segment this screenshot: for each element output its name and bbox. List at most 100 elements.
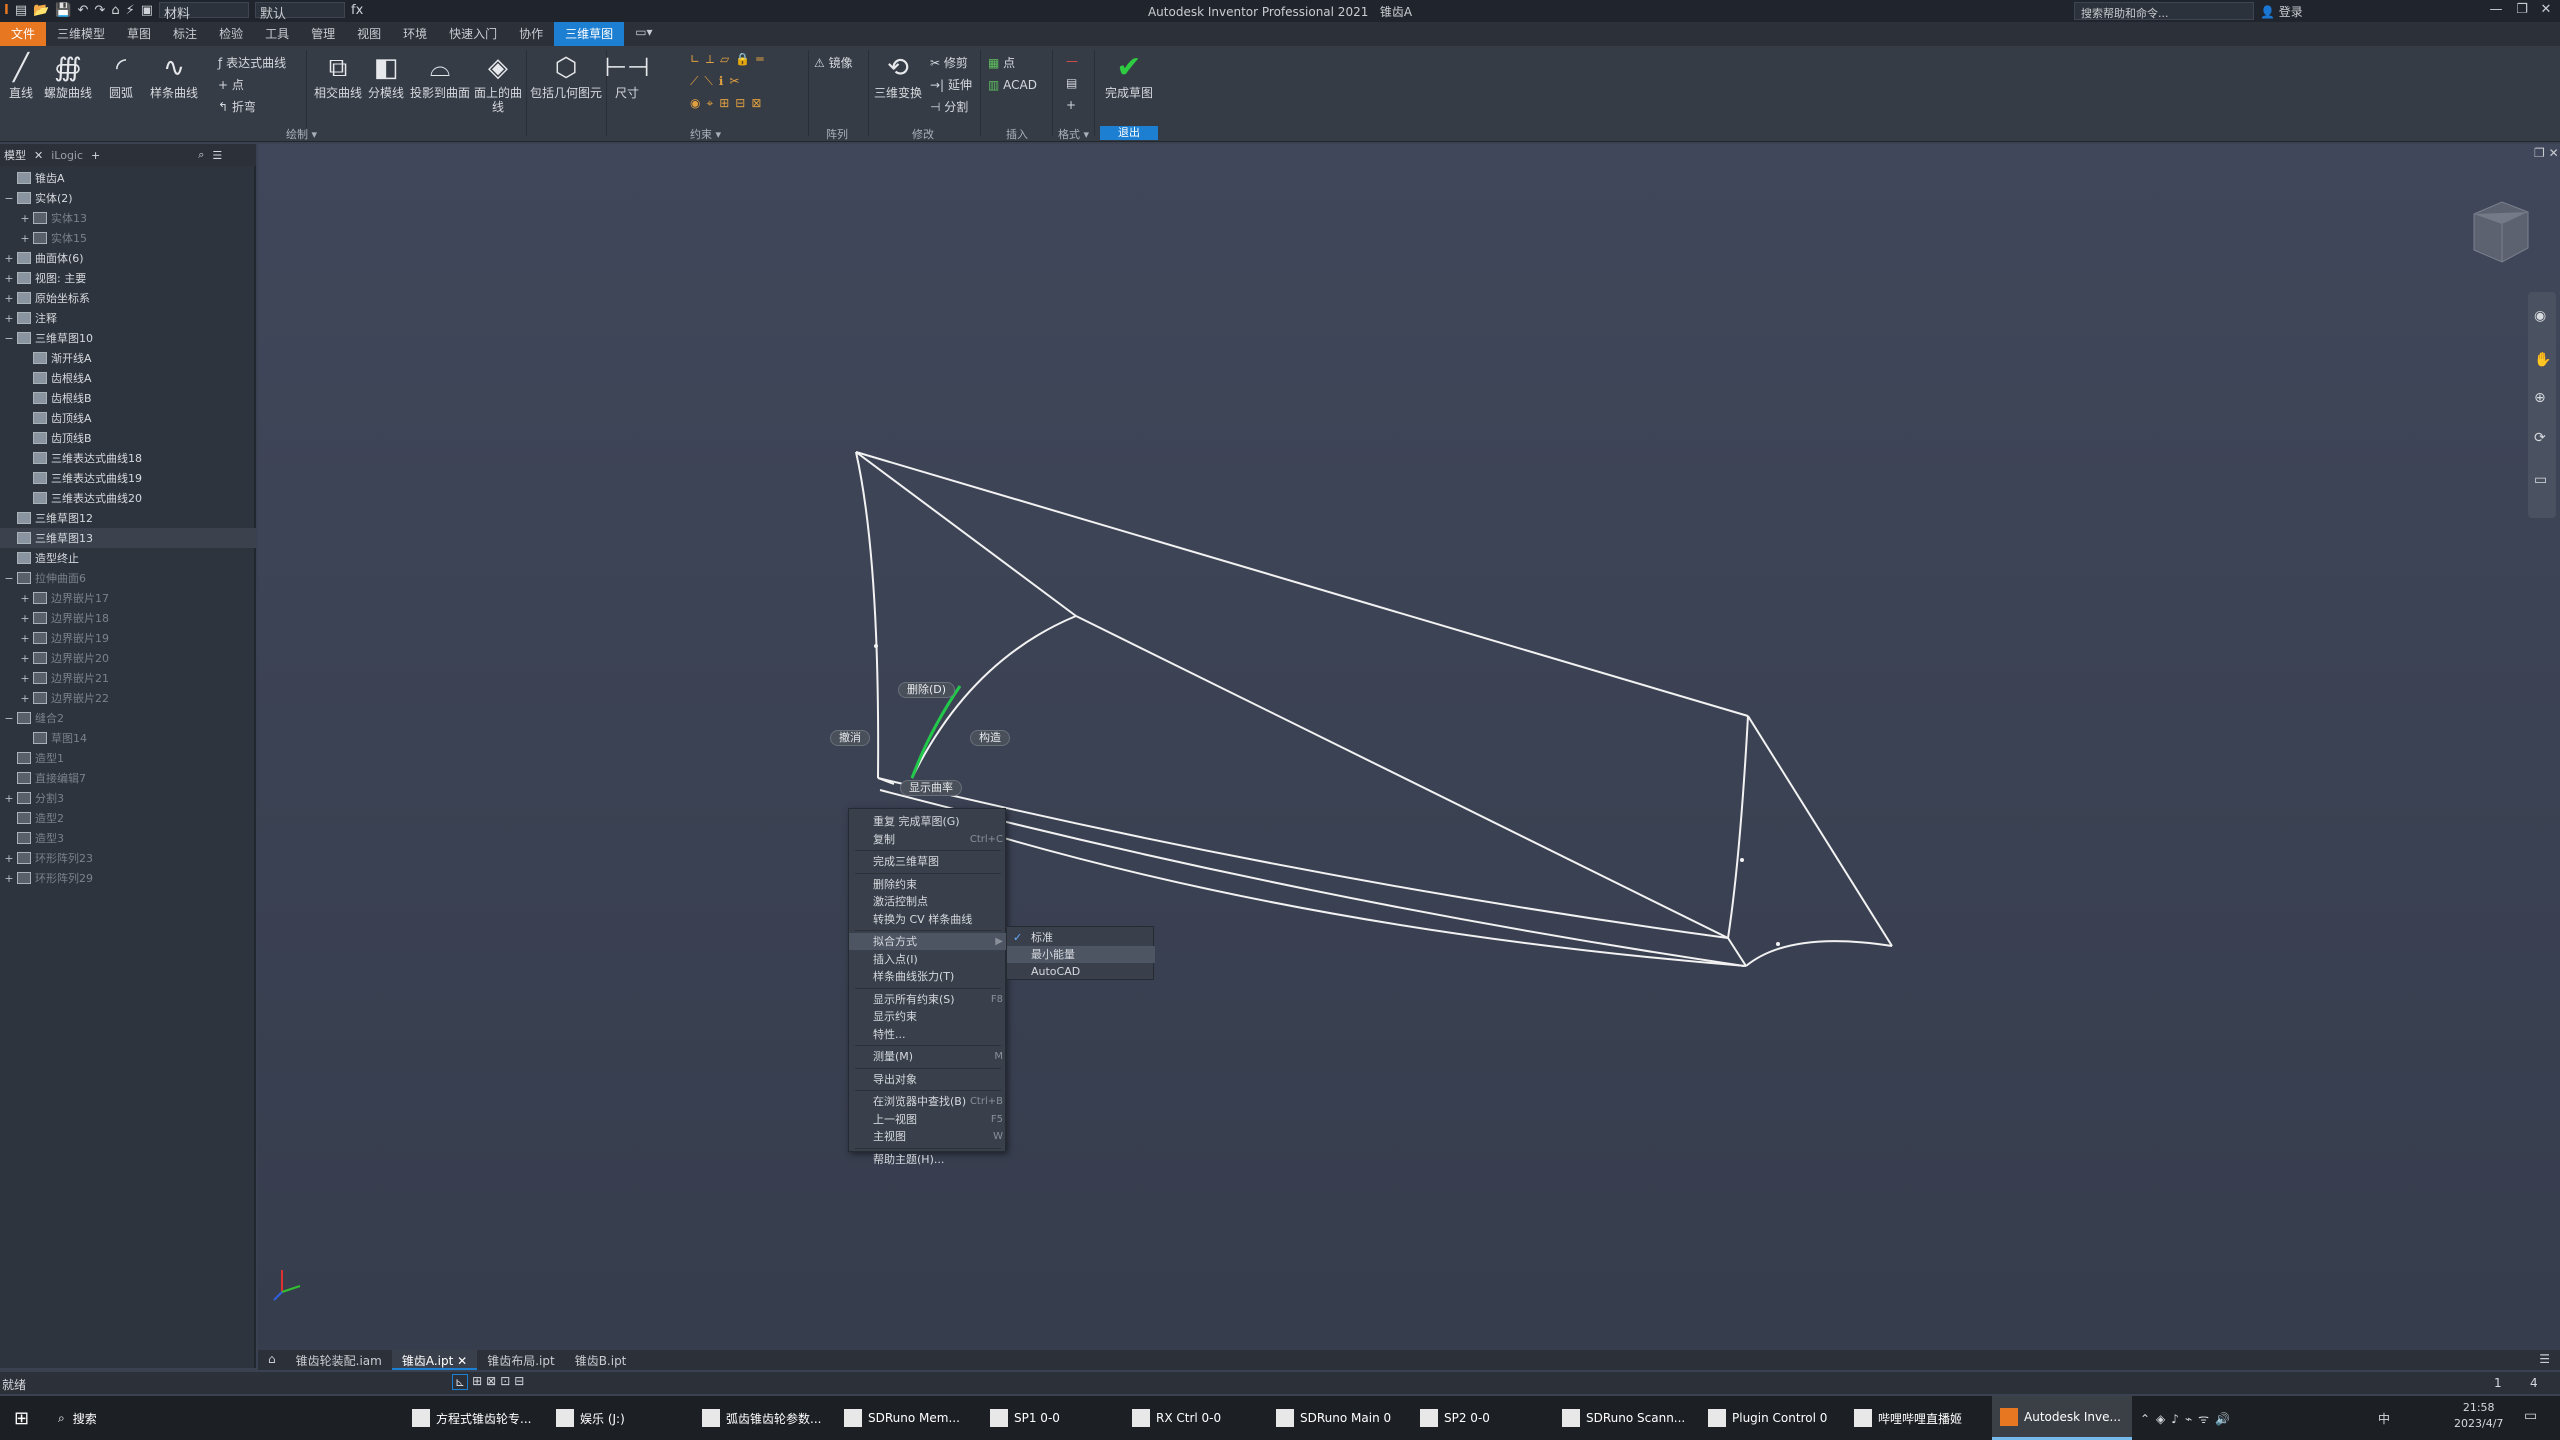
taskbar-app[interactable]: Plugin Control 0 — [1700, 1396, 1840, 1440]
format-plus-icon[interactable]: + — [1066, 98, 1076, 112]
context-menu-item[interactable]: 特性... — [849, 1026, 1007, 1043]
browser-node[interactable]: + 边界嵌片18 — [0, 608, 256, 628]
constraint-icons-row2[interactable]: ⟋⟍ℹ✂ — [690, 74, 802, 89]
context-menu-item[interactable]: 在浏览器中查找(B) Ctrl+B — [849, 1093, 1007, 1110]
delete-mini-button[interactable]: 删除(D) — [898, 682, 956, 698]
line-button[interactable]: ╱ 直线 — [4, 50, 38, 100]
browser-node[interactable]: + 曲面体(6) — [0, 248, 256, 268]
format-line-icon[interactable]: — — [1066, 54, 1078, 68]
tab-view[interactable]: 视图 — [346, 22, 392, 46]
browser-tab-ilogic[interactable]: iLogic — [51, 149, 83, 162]
browser-node[interactable]: 三维表达式曲线19 — [0, 468, 256, 488]
context-menu-item[interactable]: 插入点(I) — [849, 951, 1007, 968]
taskbar-app[interactable]: 弧齿锥齿轮参数... — [694, 1396, 834, 1440]
constraint-icons-row1[interactable]: ∟⟂▱🔒═ — [690, 52, 802, 67]
context-menu-item[interactable]: 拟合方式 ▶ — [849, 933, 1007, 950]
snap-icon[interactable]: ⊾ — [452, 1374, 469, 1390]
precise-icon[interactable]: ⊡ — [500, 1374, 510, 1390]
include-geometry-button[interactable]: ⬡ 包括几何图元 — [530, 50, 602, 100]
look-at-icon[interactable]: ▭ — [2534, 472, 2547, 488]
browser-node[interactable]: 渐开线A — [0, 348, 256, 368]
expand-icon[interactable]: + — [20, 692, 30, 705]
expand-icon[interactable]: − — [4, 332, 14, 345]
browser-node[interactable]: 三维草图12 — [0, 508, 256, 528]
bend-button[interactable]: ↰ 折弯 — [218, 98, 256, 115]
window-restore-icon[interactable]: ❐ ✕ — [2534, 146, 2559, 160]
context-menu-item[interactable]: 显示约束 — [849, 1008, 1007, 1025]
expand-icon[interactable]: + — [20, 632, 30, 645]
browser-node[interactable]: 三维草图13 — [0, 528, 256, 548]
expand-icon[interactable]: + — [4, 252, 14, 265]
browser-node[interactable]: + 边界嵌片19 — [0, 628, 256, 648]
ime-indicator[interactable]: 中 — [2378, 1410, 2390, 1427]
silhouette-curve-button[interactable]: ◧ 分模线 — [368, 50, 404, 100]
clock[interactable]: 21:58 2023/4/7 — [2454, 1400, 2503, 1432]
expand-icon[interactable]: + — [20, 612, 30, 625]
browser-node[interactable]: 齿顶线B — [0, 428, 256, 448]
submenu-item-min-energy[interactable]: 最小能量 — [1007, 946, 1155, 963]
group-label-format[interactable]: 格式 ▾ — [1058, 126, 1089, 142]
tab-tools[interactable]: 工具 — [254, 22, 300, 46]
finish-sketch-button[interactable]: ✔ 完成草图 — [1102, 50, 1156, 101]
browser-node[interactable]: − 拉伸曲面6 — [0, 568, 256, 588]
tab-sketch[interactable]: 草图 — [116, 22, 162, 46]
browser-node[interactable]: + 边界嵌片22 — [0, 688, 256, 708]
browser-node[interactable]: + 实体13 — [0, 208, 256, 228]
grid-icon[interactable]: ⊞ — [472, 1374, 482, 1390]
expand-icon[interactable]: − — [4, 572, 14, 585]
submenu-item-standard[interactable]: ✓ 标准 — [1007, 929, 1155, 946]
browser-node[interactable]: 造型2 — [0, 808, 256, 828]
viewcube[interactable] — [2466, 196, 2530, 268]
context-menu-item[interactable]: 完成三维草图 — [849, 853, 1007, 870]
orbit-icon[interactable]: ⟳ — [2534, 430, 2546, 446]
context-menu-item[interactable]: 显示所有约束(S) F8 — [849, 991, 1007, 1008]
expand-icon[interactable]: − — [4, 192, 14, 205]
browser-node[interactable]: + 分割3 — [0, 788, 256, 808]
close-button[interactable]: ✕ — [2534, 2, 2558, 17]
equation-curve-button[interactable]: ƒ 表达式曲线 — [218, 54, 286, 71]
browser-node[interactable]: − 缝合2 — [0, 708, 256, 728]
help-search-input[interactable]: 搜索帮助和命令... — [2074, 2, 2254, 20]
tab-collaborate[interactable]: 协作 — [508, 22, 554, 46]
browser-node[interactable]: − 三维草图10 — [0, 328, 256, 348]
tab-annotate[interactable]: 标注 — [162, 22, 208, 46]
context-menu-item[interactable]: 上一视图 F5 — [849, 1111, 1007, 1128]
browser-node[interactable]: 齿根线A — [0, 368, 256, 388]
browser-node[interactable]: + 环形阵列23 — [0, 848, 256, 868]
doc-tab[interactable]: 锥齿轮装配.iam — [286, 1350, 392, 1370]
tab-inspect[interactable]: 检验 — [208, 22, 254, 46]
browser-node[interactable]: 草图14 — [0, 728, 256, 748]
close-icon[interactable]: ✕ — [34, 149, 43, 162]
expand-icon[interactable]: + — [4, 272, 14, 285]
taskbar-app[interactable]: 哔哩哔哩直播姬 — [1846, 1396, 1986, 1440]
context-menu-item[interactable]: 转换为 CV 样条曲线 — [849, 911, 1007, 928]
tab-extra-icon[interactable]: ▭▾ — [624, 22, 663, 46]
taskbar-app[interactable]: RX Ctrl 0-0 — [1124, 1396, 1264, 1440]
trim-button[interactable]: ✂ 修剪 — [930, 54, 968, 71]
browser-node[interactable]: 齿顶线A — [0, 408, 256, 428]
expand-icon[interactable]: + — [4, 292, 14, 305]
show-curvature-mini-button[interactable]: 显示曲率 — [900, 780, 962, 796]
login-button[interactable]: 👤 登录 — [2260, 3, 2303, 20]
expand-icon[interactable]: + — [20, 212, 30, 225]
browser-node[interactable]: 齿根线B — [0, 388, 256, 408]
dimension-button[interactable]: ⊢⊣ 尺寸 — [604, 50, 649, 100]
extend-button[interactable]: →| 延伸 — [930, 76, 972, 93]
tray-icons[interactable]: ⌃◈♪⌁ᯤ🔊 — [2140, 1410, 2236, 1427]
browser-node[interactable]: − 实体(2) — [0, 188, 256, 208]
sketch-geometry[interactable] — [258, 144, 2560, 1350]
mirror-button[interactable]: ⚠ 镜像 — [814, 54, 853, 71]
browser-node[interactable]: + 视图: 主要 — [0, 268, 256, 288]
triad-icon[interactable]: ⊠ — [486, 1374, 496, 1390]
context-menu-item[interactable]: 导出对象 — [849, 1071, 1007, 1088]
browser-node[interactable]: + 注释 — [0, 308, 256, 328]
browser-node[interactable]: 造型3 — [0, 828, 256, 848]
pan-icon[interactable]: ✋ — [2534, 352, 2551, 368]
browser-node[interactable]: + 实体15 — [0, 228, 256, 248]
browser-node[interactable]: + 环形阵列29 — [0, 868, 256, 888]
minimize-button[interactable]: — — [2484, 2, 2508, 17]
notification-icon[interactable]: ▭ — [2524, 1408, 2537, 1424]
taskbar-app[interactable]: 娱乐 (J:) — [548, 1396, 688, 1440]
search-icon[interactable]: ⌕ — [198, 148, 204, 162]
zoom-icon[interactable]: ⊕ — [2534, 390, 2546, 406]
